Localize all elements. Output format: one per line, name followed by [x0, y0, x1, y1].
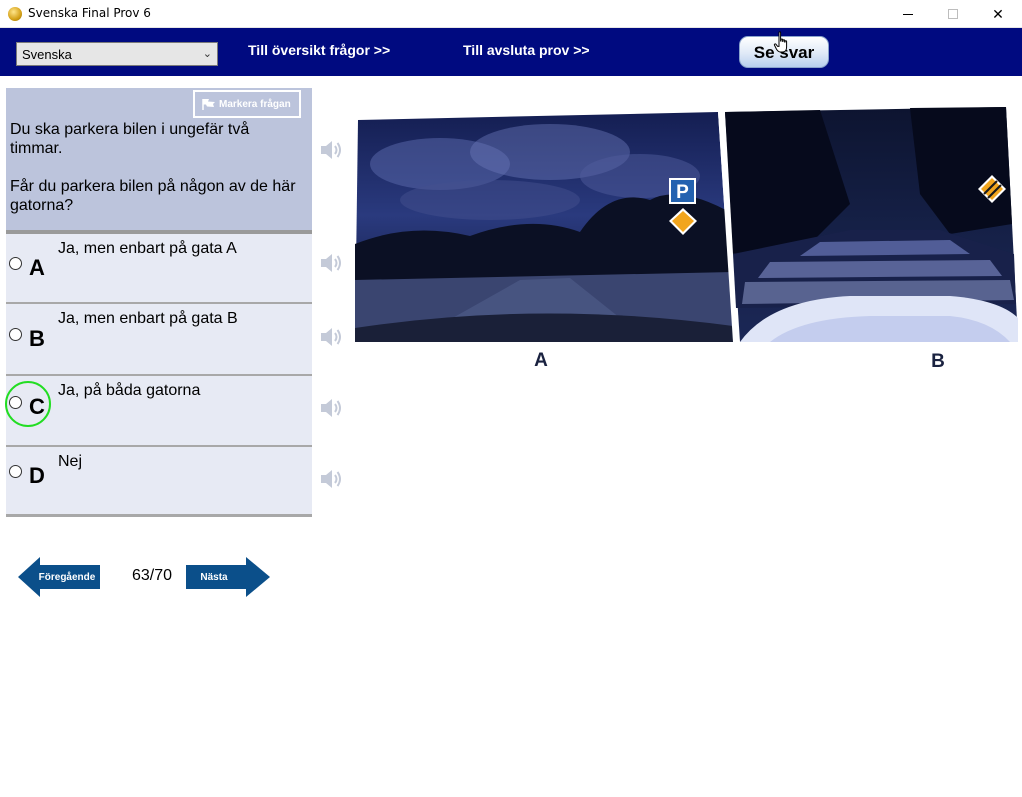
answer-radio-b[interactable]: [9, 328, 22, 341]
answer-text-a: Ja, men enbart på gata A: [58, 240, 237, 257]
answer-option-c[interactable]: C Ja, på båda gatorna: [6, 376, 312, 445]
speaker-icon[interactable]: [318, 137, 344, 163]
language-select-value: Svenska: [22, 47, 72, 62]
answer-radio-a[interactable]: [9, 257, 22, 270]
answer-text-b: Ja, men enbart på gata B: [58, 310, 238, 327]
question-line: Får du parkera bilen på någon av de här …: [10, 178, 296, 214]
hand-cursor-icon: [773, 31, 788, 53]
speaker-icon[interactable]: [318, 250, 344, 276]
question-text: Du ska parkera bilen i ungefär två timma…: [10, 120, 300, 234]
app-coin-icon: [8, 7, 22, 21]
answer-divider: [6, 514, 312, 517]
top-toolbar: Svenska ⌄ Till översikt frågor >> Till a…: [0, 28, 1022, 76]
speaker-icon[interactable]: [318, 466, 344, 492]
answer-letter-b: B: [29, 326, 45, 351]
selection-highlight-ring: [5, 381, 51, 427]
parking-sign-letter: P: [676, 182, 689, 203]
chevron-down-icon: ⌄: [202, 48, 212, 60]
close-icon[interactable]: ✕: [975, 0, 1021, 28]
question-line: Du ska parkera bilen i ungefär två timma…: [10, 121, 250, 157]
photo-label-a: A: [534, 350, 548, 371]
flag-icon: [202, 98, 215, 110]
answer-text-c: Ja, på båda gatorna: [58, 382, 201, 399]
maximize-icon[interactable]: [930, 0, 976, 28]
overview-questions-link[interactable]: Till översikt frågor >>: [248, 42, 390, 58]
answer-option-b[interactable]: B Ja, men enbart på gata B: [6, 304, 312, 374]
language-select[interactable]: Svenska ⌄: [16, 42, 218, 66]
answer-letter-a: A: [29, 255, 45, 280]
photo-street-b: [725, 107, 1018, 342]
mark-question-label: Markera frågan: [219, 98, 291, 110]
mark-question-button[interactable]: Markera frågan: [193, 90, 301, 118]
question-picture: P A B: [355, 107, 1018, 372]
question-panel: Markera frågan Du ska parkera bilen i un…: [6, 88, 312, 230]
finish-exam-link[interactable]: Till avsluta prov >>: [463, 42, 590, 58]
next-button-label: Nästa: [200, 572, 228, 583]
previous-button-label: Föregående: [38, 572, 96, 583]
window-title: Svenska Final Prov 6: [28, 6, 151, 20]
speaker-icon[interactable]: [318, 324, 344, 350]
answer-text-d: Nej: [58, 453, 83, 470]
window-titlebar: Svenska Final Prov 6 ✕: [0, 0, 1022, 28]
answer-option-a[interactable]: A Ja, men enbart på gata A: [6, 234, 312, 302]
photo-label-b: B: [931, 351, 945, 372]
answer-letter-d: D: [29, 463, 45, 488]
answer-option-d[interactable]: D Nej: [6, 447, 312, 514]
minimize-icon[interactable]: [885, 0, 931, 28]
answer-radio-d[interactable]: [9, 465, 22, 478]
parking-sign-icon: P: [669, 178, 696, 204]
speaker-icon[interactable]: [318, 395, 344, 421]
question-progress: 63/70: [132, 567, 173, 584]
